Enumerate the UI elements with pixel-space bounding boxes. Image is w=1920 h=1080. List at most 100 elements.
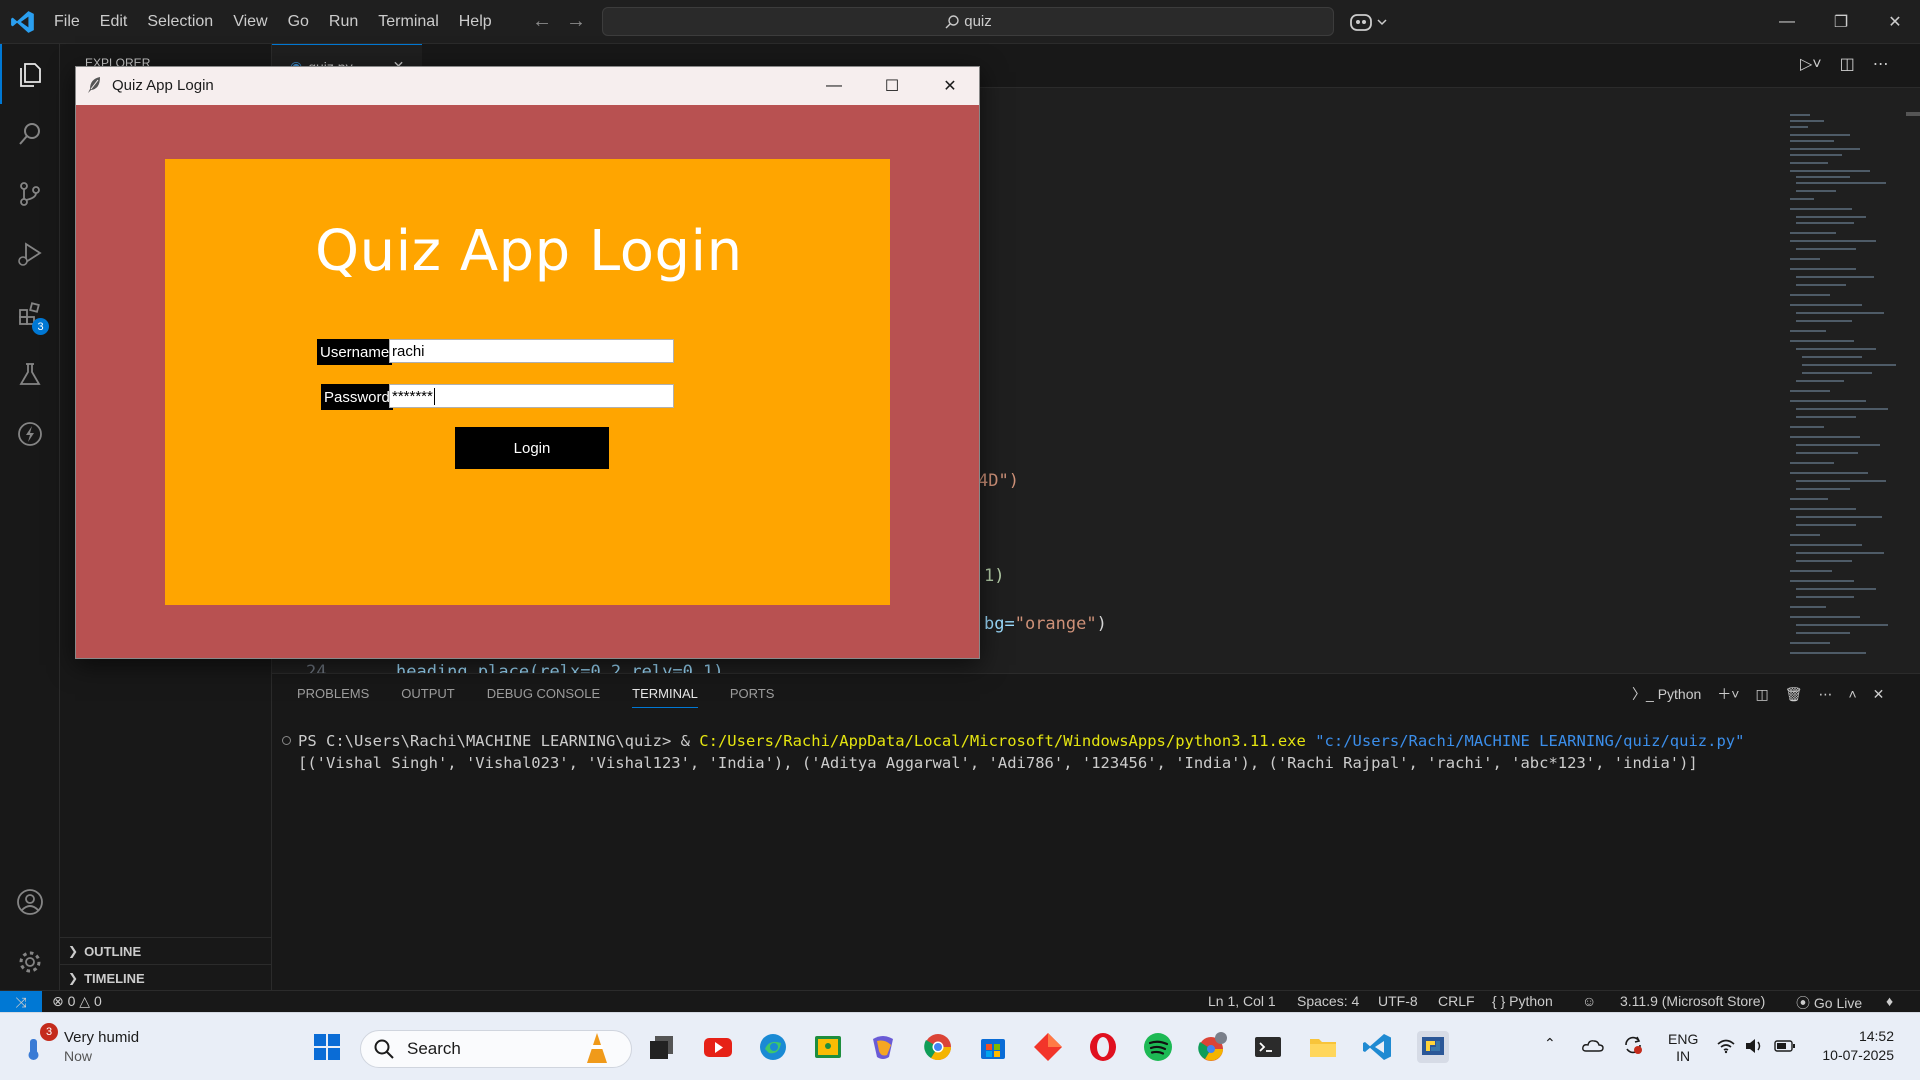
task-view-icon[interactable] — [646, 1031, 678, 1063]
volume-icon[interactable] — [1744, 1037, 1764, 1055]
restore-icon[interactable]: ❐ — [1814, 0, 1868, 44]
search-activity[interactable] — [0, 104, 60, 164]
terminal-script: "c:/Users/Rachi/MACHINE LEARNING/quiz/qu… — [1315, 732, 1745, 750]
menu-edit[interactable]: Edit — [100, 13, 128, 31]
run-debug-activity[interactable] — [0, 224, 60, 284]
menu-selection[interactable]: Selection — [147, 13, 213, 31]
source-control-activity[interactable] — [0, 164, 60, 224]
maximize-panel-icon[interactable]: ˄ — [1848, 686, 1856, 702]
copilot-icon[interactable] — [1348, 10, 1388, 34]
password-field[interactable]: ******* — [389, 384, 674, 408]
vscode-logo-icon — [11, 11, 34, 33]
split-editor-icon[interactable]: ◫ — [1840, 54, 1855, 74]
tab-ports[interactable]: PORTS — [730, 686, 775, 708]
close-icon[interactable]: ✕ — [921, 67, 979, 105]
opera-icon[interactable] — [1087, 1031, 1119, 1063]
username-field[interactable]: rachi — [389, 339, 674, 363]
menu-terminal[interactable]: Terminal — [378, 13, 438, 31]
edge-icon[interactable] — [757, 1031, 789, 1063]
python-interpreter[interactable]: 3.11.9 (Microsoft Store) — [1620, 993, 1765, 1009]
accounts-activity[interactable] — [0, 872, 60, 932]
back-arrow-icon[interactable]: ← — [532, 10, 552, 33]
forward-arrow-icon[interactable]: → — [566, 10, 586, 33]
explorer-activity[interactable] — [0, 44, 60, 104]
remote-indicator-icon[interactable]: ⤨ — [0, 991, 42, 1013]
login-button[interactable]: Login — [455, 427, 609, 469]
diamond-app-icon[interactable] — [1032, 1031, 1064, 1063]
close-panel-icon[interactable]: ✕ — [1873, 686, 1885, 703]
onedrive-icon[interactable] — [1582, 1037, 1604, 1053]
tk-titlebar[interactable]: Quiz App Login — ☐ ✕ — [76, 67, 979, 105]
tk-feather-icon — [88, 77, 100, 93]
more-actions-icon[interactable]: ⋯ — [1818, 686, 1832, 703]
minimap[interactable] — [1782, 110, 1906, 670]
terminal-command-decoration-icon[interactable] — [282, 736, 291, 745]
tab-problems[interactable]: PROBLEMS — [297, 686, 369, 708]
vscode-taskbar-icon[interactable] — [1362, 1031, 1394, 1063]
minimize-icon[interactable]: — — [805, 67, 863, 105]
encoding[interactable]: UTF-8 — [1378, 993, 1418, 1009]
store-icon[interactable] — [977, 1031, 1009, 1063]
sync-icon[interactable] — [1622, 1034, 1644, 1056]
gear-icon — [19, 951, 41, 973]
menu-file[interactable]: File — [54, 13, 80, 31]
menu-go[interactable]: Go — [288, 13, 309, 31]
command-center-search[interactable]: quiz — [602, 7, 1334, 36]
trash-icon[interactable]: 🗑 — [1785, 686, 1803, 703]
manage-activity[interactable] — [0, 932, 60, 992]
nav-arrows: ← → — [532, 10, 586, 33]
clock[interactable]: 14:52 10-07-2025 — [1814, 1027, 1894, 1065]
new-terminal-icon[interactable]: ＋˅ — [1717, 684, 1739, 704]
extensions-activity[interactable]: 3 — [0, 284, 60, 344]
lightning-activity[interactable] — [0, 404, 60, 464]
run-icon[interactable]: ▷˅ — [1800, 54, 1822, 74]
file-explorer-icon[interactable] — [1307, 1031, 1339, 1063]
youtube-icon[interactable] — [702, 1031, 734, 1063]
line-ending[interactable]: CRLF — [1438, 993, 1475, 1009]
bell-icon[interactable]: ♦ — [1886, 993, 1893, 1009]
cursor-position[interactable]: Ln 1, Col 1 — [1208, 993, 1276, 1009]
menu-view[interactable]: View — [233, 13, 267, 31]
spotify-icon[interactable] — [1142, 1031, 1174, 1063]
outline-section[interactable]: ❯ OUTLINE — [60, 937, 272, 964]
terminal-app-icon[interactable] — [1252, 1031, 1284, 1063]
username-label: Username — [317, 339, 393, 365]
chrome-icon[interactable] — [922, 1031, 954, 1063]
menu-help[interactable]: Help — [459, 13, 492, 31]
tab-terminal[interactable]: TERMINAL — [632, 686, 698, 708]
show-hidden-icons[interactable]: ⌃ — [1544, 1035, 1556, 1052]
wifi-icon[interactable] — [1716, 1038, 1736, 1054]
terminal-exe: C:/Users/Rachi/AppData/Local/Microsoft/W… — [699, 732, 1306, 750]
copilot-app-icon[interactable] — [867, 1031, 899, 1063]
more-actions-icon[interactable]: ⋯ — [1873, 54, 1889, 74]
classroom-icon[interactable] — [812, 1031, 844, 1063]
copilot-status-icon[interactable]: ☺ — [1582, 993, 1596, 1009]
tab-debug-console[interactable]: DEBUG CONSOLE — [487, 686, 600, 708]
go-live[interactable]: ⦿ Go Live — [1796, 993, 1862, 1013]
testing-activity[interactable] — [0, 344, 60, 404]
battery-icon[interactable] — [1774, 1039, 1796, 1053]
login-heading: Quiz App Login — [315, 219, 743, 284]
indentation[interactable]: Spaces: 4 — [1297, 993, 1359, 1009]
split-terminal-icon[interactable]: ◫ — [1755, 686, 1768, 703]
timeline-section[interactable]: ❯ TIMELINE — [60, 964, 272, 991]
python-tk-taskbar-icon[interactable] — [1417, 1031, 1449, 1063]
language-mode[interactable]: { } Python — [1492, 993, 1553, 1009]
chrome-profile-icon[interactable] — [1197, 1031, 1229, 1063]
windows-start-icon[interactable] — [311, 1031, 343, 1063]
close-icon[interactable]: ✕ — [1868, 0, 1920, 44]
tab-output[interactable]: OUTPUT — [401, 686, 454, 708]
scrollbar-thumb[interactable] — [1906, 112, 1920, 116]
input-language[interactable]: ENG IN — [1668, 1031, 1698, 1065]
maximize-icon[interactable]: ☐ — [863, 67, 921, 105]
command-center-text: quiz — [964, 13, 992, 30]
run-debug-icon — [18, 242, 42, 266]
taskbar-search[interactable]: Search — [360, 1030, 632, 1068]
menu-run[interactable]: Run — [329, 13, 358, 31]
minimize-icon[interactable]: — — [1760, 0, 1814, 44]
search-icon — [945, 14, 959, 29]
problems-status[interactable]: ⊗ 0 △ 0 — [52, 993, 102, 1010]
files-icon — [20, 63, 41, 87]
timeline-label: TIMELINE — [84, 970, 145, 986]
terminal-profile[interactable]: 〉_ Python — [1632, 684, 1701, 704]
